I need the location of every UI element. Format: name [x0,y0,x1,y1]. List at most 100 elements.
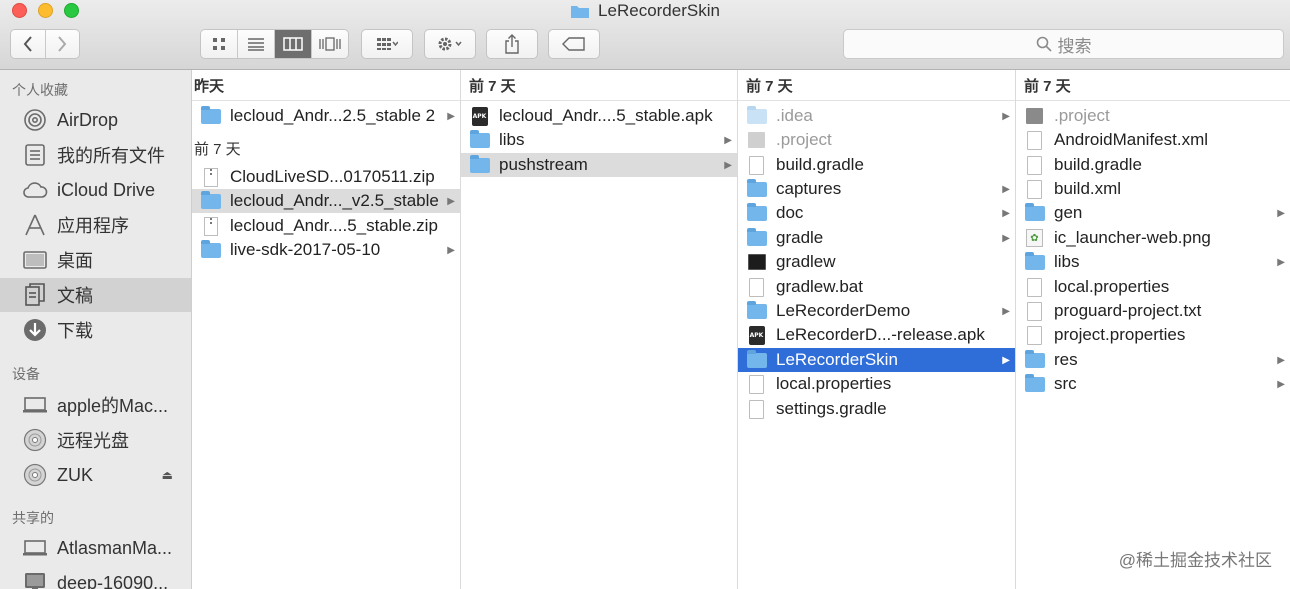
list-item[interactable]: APK lecloud_Andr....5_stable.apk [461,104,737,128]
sidebar-item-zuk[interactable]: ZUK ⏏ [0,458,191,492]
item-label: gradlew [776,252,836,271]
sidebar-item-all-files[interactable]: 我的所有文件 [0,138,191,172]
cover-flow-icon [319,37,341,51]
share-button[interactable] [486,29,538,59]
tags-button[interactable] [548,29,600,59]
list-item[interactable]: build.gradle [1016,153,1290,177]
apk-file-icon: APK [746,325,767,345]
list-item[interactable]: local.properties [738,372,1015,396]
item-label: pushstream [499,155,588,174]
sidebar-item-label: deep-16090... [57,572,169,589]
laptop-icon [22,535,48,561]
sidebar-item-desktop[interactable]: 桌面 [0,243,191,277]
search-field[interactable]: 搜索 [843,29,1284,59]
item-label: proguard-project.txt [1054,301,1202,320]
sidebar-item-airdrop[interactable]: AirDrop [0,103,191,137]
list-item[interactable]: local.properties [1016,275,1290,299]
list-item[interactable]: gen ▶ [1016,201,1290,225]
list-item[interactable]: build.gradle [738,153,1015,177]
list-item[interactable]: .idea ▶ [738,104,1015,128]
sidebar-item-remote-disc[interactable]: 远程光盘 [0,423,191,457]
sidebar-item-downloads[interactable]: 下载 [0,313,191,347]
search-placeholder: 搜索 [1057,36,1092,56]
chevron-right-icon: ▶ [1277,378,1285,390]
forward-button[interactable] [45,30,79,58]
chevron-right-icon: ▶ [1277,207,1285,219]
list-item[interactable]: .project [738,128,1015,152]
list-item-selected[interactable]: lecloud_Andr..._v2.5_stable ▶ [192,189,460,213]
list-item[interactable]: captures ▶ [738,177,1015,201]
watermark: @稀土掘金技术社区 [1118,551,1272,570]
folder-icon [746,178,767,199]
item-label: doc [776,203,804,222]
arrange-button[interactable] [361,29,413,59]
list-item[interactable]: proguard-project.txt [1016,299,1290,323]
sidebar-item-atlasman[interactable]: AtlasmanMa... [0,531,191,565]
chevron-right-icon: ▶ [447,195,455,207]
sidebar-section-shared: 共享的 [12,510,54,526]
gear-icon [438,37,462,51]
list-item[interactable]: live-sdk-2017-05-10 ▶ [192,238,460,262]
chevron-right-icon: ▶ [1002,183,1010,195]
list-item[interactable]: LeRecorderDemo ▶ [738,299,1015,323]
search-icon [1036,36,1052,52]
item-label: libs [499,130,525,149]
chevron-right-icon: ▶ [447,244,455,256]
list-item[interactable]: libs ▶ [1016,250,1290,274]
list-view-button[interactable] [238,30,275,58]
list-item[interactable]: build.xml [1016,177,1290,201]
list-item[interactable]: .project [1016,104,1290,128]
sidebar-item-deep[interactable]: deep-16090... [0,566,191,589]
list-item[interactable]: lecloud_Andr...2.5_stable 2 ▶ [192,104,460,128]
list-item[interactable]: lecloud_Andr....5_stable.zip [192,214,460,238]
chevron-right-icon: ▶ [724,134,732,146]
list-item[interactable]: settings.gradle [738,397,1015,421]
list-item[interactable]: CloudLiveSD...0170511.zip [192,165,460,189]
item-label: .project [1054,106,1110,125]
document-icon [1024,130,1045,150]
list-item[interactable]: gradlew.bat [738,275,1015,299]
document-icon [746,374,767,394]
document-icon [746,399,767,419]
documents-icon [22,282,48,308]
list-item[interactable]: AndroidManifest.xml [1016,128,1290,152]
sidebar-item-label: iCloud Drive [57,179,156,200]
back-button[interactable] [11,30,46,58]
icon-view-button[interactable] [201,30,238,58]
list-item-selected[interactable]: LeRecorderSkin ▶ [738,348,1015,372]
folder-icon [1024,251,1045,272]
list-item-selected[interactable]: pushstream ▶ [461,153,737,177]
cover-flow-button[interactable] [312,30,348,58]
item-label: lecloud_Andr..._v2.5_stable [230,191,439,210]
list-item[interactable]: APK LeRecorderD...-release.apk [738,323,1015,347]
sidebar-item-label: 桌面 [57,251,93,271]
list-item[interactable]: project.properties [1016,323,1290,347]
sidebar-item-label: 应用程序 [57,216,129,236]
column-view-button[interactable] [275,30,312,58]
item-label: local.properties [1054,277,1170,296]
eject-icon[interactable]: ⏏ [162,468,173,482]
item-label: res [1054,350,1078,369]
list-item[interactable]: ✿ ic_launcher-web.png [1016,226,1290,250]
sidebar-item-icloud-drive[interactable]: iCloud Drive [0,173,191,207]
list-item[interactable]: src ▶ [1016,372,1290,396]
sidebar-item-applications[interactable]: 应用程序 [0,208,191,242]
image-file-icon: ✿ [1024,229,1045,248]
list-item[interactable]: libs ▶ [461,128,737,152]
sidebar-item-label: AtlasmanMa... [57,537,173,558]
column-1: 昨天 lecloud_Andr...2.5_stable 2 ▶ 前 7 天 C… [192,70,461,589]
item-label: gradle [776,228,824,247]
list-item[interactable]: res ▶ [1016,348,1290,372]
list-item[interactable]: doc ▶ [738,201,1015,225]
tag-icon [562,37,585,51]
all-files-icon [22,142,48,168]
apk-file-icon: APK [469,106,490,126]
document-icon [1024,155,1045,175]
document-icon [1024,325,1045,345]
list-item[interactable]: gradlew [738,250,1015,274]
list-item[interactable]: gradle ▶ [738,226,1015,250]
action-button[interactable] [424,29,476,59]
sidebar-section-devices: 设备 [12,366,40,382]
sidebar-item-documents[interactable]: 文稿 [0,278,191,312]
sidebar-item-mac[interactable]: apple的Mac... [0,388,191,422]
